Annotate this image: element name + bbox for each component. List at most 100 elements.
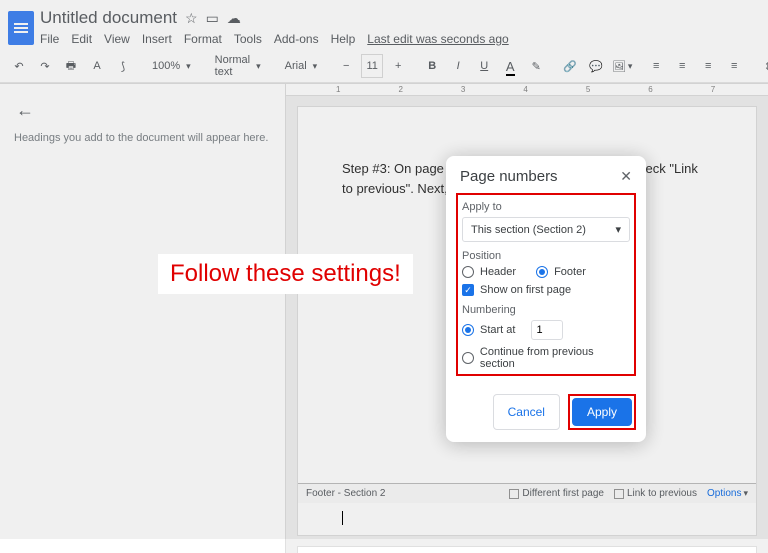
doc-title[interactable]: Untitled document (40, 8, 177, 28)
link-to-previous-label: Link to previous (627, 488, 697, 499)
apply-to-value: This section (Section 2) (471, 224, 586, 236)
chevron-down-icon: ▾ (615, 223, 621, 236)
menu-view[interactable]: View (104, 32, 130, 46)
align-center-button[interactable]: ≡ (671, 54, 693, 78)
align-left-button[interactable]: ≡ (645, 54, 667, 78)
body-row: ← Headings you add to the document will … (0, 84, 768, 553)
underline-button[interactable]: U (473, 54, 495, 78)
outline-collapse-icon[interactable]: ← (10, 94, 275, 131)
footer-bar[interactable]: Footer - Section 2 Different first page … (298, 483, 756, 503)
title-block: Untitled document ☆ ▭ ☁ File Edit View I… (40, 6, 509, 50)
link-to-previous-checkbox[interactable]: Link to previous (614, 488, 697, 499)
radio-icon (462, 324, 474, 336)
annotation-callout: Follow these settings! (158, 254, 413, 294)
app-header: Untitled document ☆ ▭ ☁ File Edit View I… (0, 0, 768, 84)
show-first-page-label: Show on first page (480, 284, 571, 296)
italic-button[interactable]: I (447, 54, 469, 78)
apply-to-select[interactable]: This section (Section 2) ▾ (462, 217, 630, 242)
star-icon[interactable]: ☆ (185, 10, 198, 27)
start-at-label: Start at (480, 324, 515, 336)
menu-edit[interactable]: Edit (71, 32, 92, 46)
bold-button[interactable]: B (421, 54, 443, 78)
page-numbers-dialog: Page numbers ✕ Apply to This section (Se… (446, 156, 646, 442)
menu-addons[interactable]: Add-ons (274, 32, 319, 46)
dialog-body: Apply to This section (Section 2) ▾ Posi… (446, 193, 646, 386)
outline-panel: ← Headings you add to the document will … (0, 84, 286, 553)
redo-button[interactable]: ↷ (34, 54, 56, 78)
position-radio-group: Header Footer (462, 266, 630, 278)
cancel-button[interactable]: Cancel (493, 394, 560, 430)
ruler-mark: 3 (461, 85, 465, 94)
page[interactable] (297, 546, 757, 553)
close-icon[interactable]: ✕ (620, 168, 632, 185)
continue-radio[interactable]: Continue from previous section (462, 346, 630, 370)
header-radio[interactable]: Header (462, 266, 516, 278)
apply-button[interactable]: Apply (572, 398, 632, 426)
align-justify-button[interactable]: ≡ (723, 54, 745, 78)
highlight-button[interactable]: ✎ (525, 54, 547, 78)
spellcheck-button[interactable]: A (86, 54, 108, 78)
ruler-mark: 4 (523, 85, 527, 94)
radio-icon (462, 266, 474, 278)
numbering-label: Numbering (462, 304, 630, 316)
ruler-mark: 7 (711, 85, 715, 94)
last-edit-link[interactable]: Last edit was seconds ago (367, 32, 508, 46)
footer-section-label: Footer - Section 2 (306, 488, 385, 499)
ruler[interactable]: 1 2 3 4 5 6 7 (286, 84, 768, 96)
cloud-status-icon[interactable]: ☁ (227, 10, 241, 27)
dialog-title: Page numbers (460, 168, 558, 185)
cursor (342, 511, 343, 525)
docs-logo-icon[interactable] (8, 11, 34, 45)
header-radio-label: Header (480, 266, 516, 278)
menu-insert[interactable]: Insert (142, 32, 172, 46)
title-row: Untitled document ☆ ▭ ☁ File Edit View I… (0, 0, 768, 50)
footer-controls: Different first page Link to previous Op… (509, 488, 748, 499)
image-button[interactable]: 🖼 (611, 54, 633, 78)
font-size-minus[interactable]: − (335, 54, 357, 78)
start-at-input[interactable] (531, 320, 563, 340)
outline-hint: Headings you add to the document will ap… (10, 131, 275, 146)
print-button[interactable]: 🖶 (60, 54, 82, 78)
ruler-mark: 1 (336, 85, 340, 94)
menu-help[interactable]: Help (331, 32, 356, 46)
menu-file[interactable]: File (40, 32, 59, 46)
undo-button[interactable]: ↶ (8, 54, 30, 78)
footer-options-dropdown[interactable]: Options (707, 488, 748, 499)
menu-bar: File Edit View Insert Format Tools Add-o… (40, 32, 509, 50)
zoom-select[interactable]: 100% (146, 54, 197, 78)
ruler-mark: 5 (586, 85, 590, 94)
menu-format[interactable]: Format (184, 32, 222, 46)
style-select[interactable]: Normal text (209, 54, 267, 78)
start-at-radio[interactable]: Start at (462, 320, 630, 340)
annotation-highlight-box: Apply (568, 394, 636, 430)
footer-radio-label: Footer (554, 266, 586, 278)
text-color-button[interactable]: A (499, 54, 521, 78)
font-size-input[interactable]: 11 (361, 54, 383, 78)
font-size-plus[interactable]: + (387, 54, 409, 78)
link-button[interactable]: 🔗 (559, 54, 581, 78)
comment-button[interactable]: 💬 (585, 54, 607, 78)
apply-to-label: Apply to (462, 201, 630, 213)
numbering-radio-group: Start at Continue from previous section (462, 320, 630, 370)
doc-title-row: Untitled document ☆ ▭ ☁ (40, 6, 509, 30)
checkbox-icon (509, 489, 519, 499)
dialog-actions: Cancel Apply (446, 386, 646, 442)
different-first-page-label: Different first page (522, 488, 604, 499)
different-first-page-checkbox[interactable]: Different first page (509, 488, 604, 499)
radio-icon (536, 266, 548, 278)
font-select[interactable]: Arial (279, 54, 324, 78)
dialog-header: Page numbers ✕ (446, 156, 646, 193)
align-right-button[interactable]: ≡ (697, 54, 719, 78)
footer-radio[interactable]: Footer (536, 266, 586, 278)
position-label: Position (462, 250, 630, 262)
paint-format-button[interactable]: ⟆ (112, 54, 134, 78)
ruler-mark: 2 (398, 85, 402, 94)
checkbox-icon (614, 489, 624, 499)
move-icon[interactable]: ▭ (206, 10, 219, 27)
menu-tools[interactable]: Tools (234, 32, 262, 46)
ruler-mark: 6 (648, 85, 652, 94)
checkbox-checked-icon: ✓ (462, 284, 474, 296)
line-spacing-button[interactable]: ⇕ (757, 54, 768, 78)
radio-icon (462, 352, 474, 364)
show-first-page-checkbox[interactable]: ✓ Show on first page (462, 284, 630, 296)
